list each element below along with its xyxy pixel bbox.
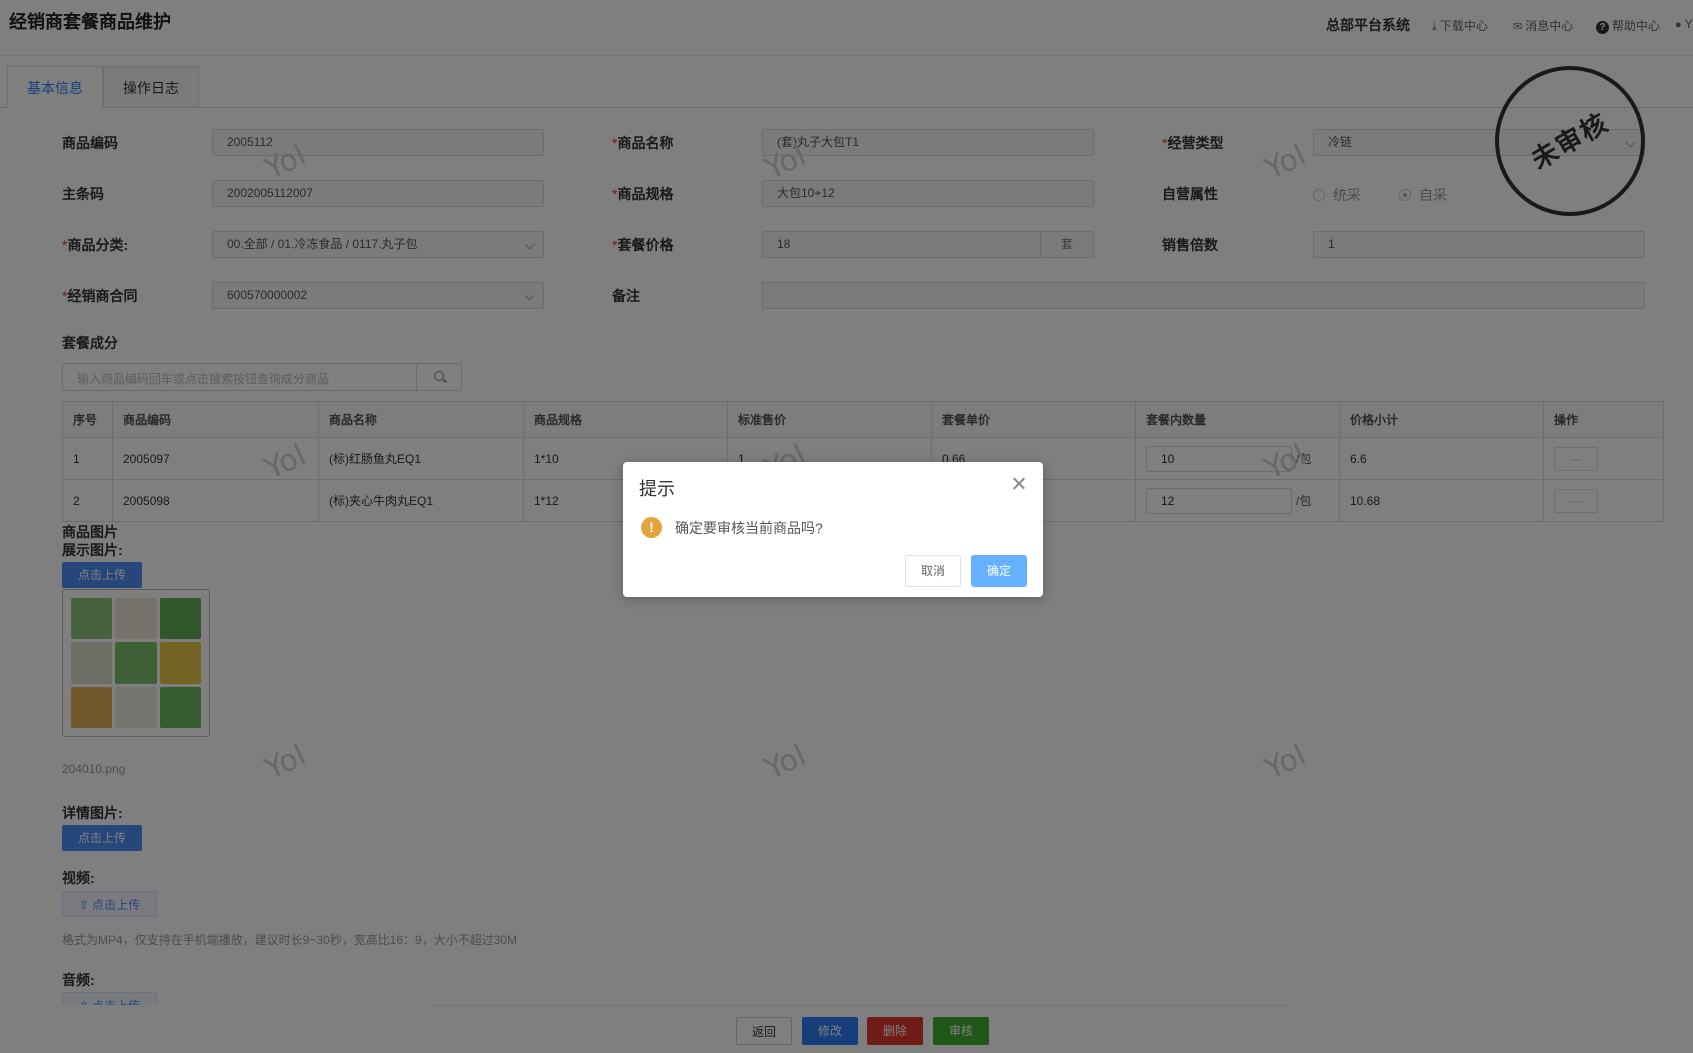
confirm-dialog: 提示 ! 确定要审核当前商品吗? 取消 确定	[623, 462, 1043, 597]
warning-icon: !	[641, 517, 662, 538]
dialog-title: 提示	[639, 479, 675, 499]
dialog-message: 确定要审核当前商品吗?	[675, 520, 823, 536]
close-icon[interactable]	[1011, 476, 1027, 492]
cancel-button[interactable]: 取消	[905, 555, 961, 587]
confirm-button[interactable]: 确定	[971, 555, 1027, 587]
